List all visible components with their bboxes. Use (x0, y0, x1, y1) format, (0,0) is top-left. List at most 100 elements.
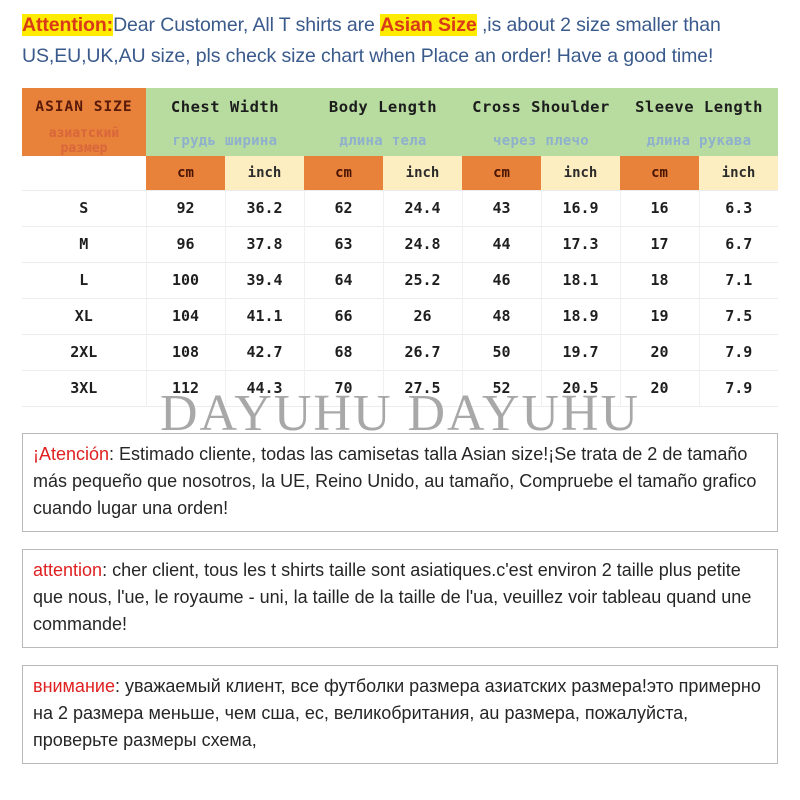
asian-size-highlight: Asian Size (380, 14, 477, 36)
table-row: L 100 39.4 64 25.2 46 18.1 18 7.1 (22, 261, 779, 299)
cell-size: L (22, 261, 146, 299)
cell-shoulder-inch: 16.9 (540, 189, 620, 227)
unit-chest-cm: cm (146, 155, 225, 191)
cell-sleeve-inch: 7.9 (698, 333, 779, 371)
cell-chest-inch: 39.4 (224, 261, 304, 299)
cell-size: S (22, 189, 146, 227)
unit-body-cm: cm (304, 155, 383, 191)
unit-chest-inch: inch (225, 155, 304, 191)
cell-sleeve-inch: 6.3 (698, 189, 779, 227)
cell-size: 2XL (22, 333, 146, 371)
notice-lead-russian: внимание (33, 675, 115, 696)
cell-chest-inch: 36.2 (224, 189, 304, 227)
notice-lead-spanish: ¡Atención (33, 443, 110, 464)
cell-body-inch: 24.4 (382, 189, 462, 227)
notice-russian: внимание: уважаемый клиент, все футболки… (22, 664, 778, 764)
cell-shoulder-inch: 18.9 (540, 297, 620, 335)
cell-chest-cm: 112 (145, 369, 225, 407)
cell-body-cm: 63 (303, 225, 383, 263)
cell-chest-cm: 92 (145, 189, 225, 227)
cell-body-cm: 64 (303, 261, 383, 299)
size-chart-table: ASIAN SIZE Chest Width Body Length Cross… (22, 87, 779, 407)
cell-size: XL (22, 297, 146, 335)
size-chart-container: ASIAN SIZE Chest Width Body Length Cross… (22, 87, 779, 407)
cell-chest-inch: 41.1 (224, 297, 304, 335)
cell-shoulder-cm: 48 (461, 297, 541, 335)
header-cross-shoulder-ru: через плечо (462, 125, 620, 156)
cell-shoulder-inch: 18.1 (540, 261, 620, 299)
unit-sleeve-inch: inch (699, 155, 779, 191)
unit-sleeve-cm: cm (620, 155, 699, 191)
cell-sleeve-cm: 20 (619, 369, 699, 407)
header-asian-size-ru: азиатский размер (22, 125, 146, 156)
cell-body-inch: 25.2 (382, 261, 462, 299)
cell-size: M (22, 225, 146, 263)
table-row: 3XL 112 44.3 70 27.5 52 20.5 20 7.9 (22, 369, 779, 407)
table-row: S 92 36.2 62 24.4 43 16.9 16 6.3 (22, 189, 779, 227)
unit-shoulder-cm: cm (462, 155, 541, 191)
cell-shoulder-cm: 43 (461, 189, 541, 227)
attention-text-part1: Dear Customer, All T shirts are (113, 14, 381, 36)
header-body-length: Body Length (304, 87, 462, 126)
cell-chest-inch: 44.3 (224, 369, 304, 407)
cell-sleeve-cm: 20 (619, 333, 699, 371)
cell-shoulder-cm: 50 (461, 333, 541, 371)
header-chest-width-ru: грудь ширина (146, 125, 304, 156)
cell-sleeve-inch: 6.7 (698, 225, 779, 263)
notice-body-french: : cher client, tous les t shirts taille … (33, 559, 752, 634)
cell-sleeve-cm: 19 (619, 297, 699, 335)
notice-lead-french: attention (33, 559, 103, 580)
cell-chest-cm: 100 (145, 261, 225, 299)
cell-sleeve-inch: 7.1 (698, 261, 779, 299)
attention-label: Attention: (22, 14, 114, 36)
cell-body-inch: 26 (382, 297, 462, 335)
cell-shoulder-cm: 46 (461, 261, 541, 299)
cell-sleeve-cm: 16 (619, 189, 699, 227)
table-header-row-english: ASIAN SIZE Chest Width Body Length Cross… (22, 87, 779, 126)
cell-body-inch: 24.8 (382, 225, 462, 263)
cell-body-cm: 62 (303, 189, 383, 227)
table-bottom-rule (22, 405, 779, 407)
cell-body-cm: 68 (303, 333, 383, 371)
notice-body-russian: : уважаемый клиент, все футболки размера… (33, 675, 761, 750)
header-asian-size: ASIAN SIZE (22, 87, 146, 126)
notice-spanish: ¡Atención: Estimado cliente, todas las c… (22, 432, 778, 532)
cell-sleeve-inch: 7.9 (698, 369, 779, 407)
table-bottom-border (22, 405, 779, 407)
cell-chest-inch: 37.8 (224, 225, 304, 263)
notice-body-spanish: : Estimado cliente, todas las camisetas … (33, 443, 757, 518)
table-unit-row: cm inch cm inch cm inch cm inch (22, 155, 779, 191)
cell-shoulder-cm: 52 (461, 369, 541, 407)
notices-container: ¡Atención: Estimado cliente, todas las c… (22, 432, 778, 764)
cell-chest-cm: 96 (145, 225, 225, 263)
cell-sleeve-inch: 7.5 (698, 297, 779, 335)
header-chest-width: Chest Width (146, 87, 304, 126)
cell-sleeve-cm: 17 (619, 225, 699, 263)
cell-shoulder-cm: 44 (461, 225, 541, 263)
cell-body-inch: 26.7 (382, 333, 462, 371)
unit-body-inch: inch (383, 155, 462, 191)
header-body-length-ru: длина тела (304, 125, 462, 156)
header-sleeve-length-ru: длина рукава (620, 125, 779, 156)
cell-size: 3XL (22, 369, 146, 407)
cell-sleeve-cm: 18 (619, 261, 699, 299)
cell-body-cm: 70 (303, 369, 383, 407)
cell-chest-cm: 108 (145, 333, 225, 371)
table-row: 2XL 108 42.7 68 26.7 50 19.7 20 7.9 (22, 333, 779, 371)
table-row: M 96 37.8 63 24.8 44 17.3 17 6.7 (22, 225, 779, 263)
attention-banner: Attention:Dear Customer, All T shirts ar… (0, 0, 800, 72)
notice-french: attention: cher client, tous les t shirt… (22, 548, 778, 648)
unit-spacer (22, 155, 146, 191)
cell-shoulder-inch: 19.7 (540, 333, 620, 371)
header-cross-shoulder: Cross Shoulder (462, 87, 620, 126)
cell-shoulder-inch: 17.3 (540, 225, 620, 263)
cell-shoulder-inch: 20.5 (540, 369, 620, 407)
cell-body-cm: 66 (303, 297, 383, 335)
header-sleeve-length: Sleeve Length (620, 87, 779, 126)
table-row: XL 104 41.1 66 26 48 18.9 19 7.5 (22, 297, 779, 335)
table-header-row-russian: азиатский размер грудь ширина длина тела… (22, 125, 779, 156)
cell-chest-cm: 104 (145, 297, 225, 335)
unit-shoulder-inch: inch (541, 155, 620, 191)
cell-body-inch: 27.5 (382, 369, 462, 407)
cell-chest-inch: 42.7 (224, 333, 304, 371)
